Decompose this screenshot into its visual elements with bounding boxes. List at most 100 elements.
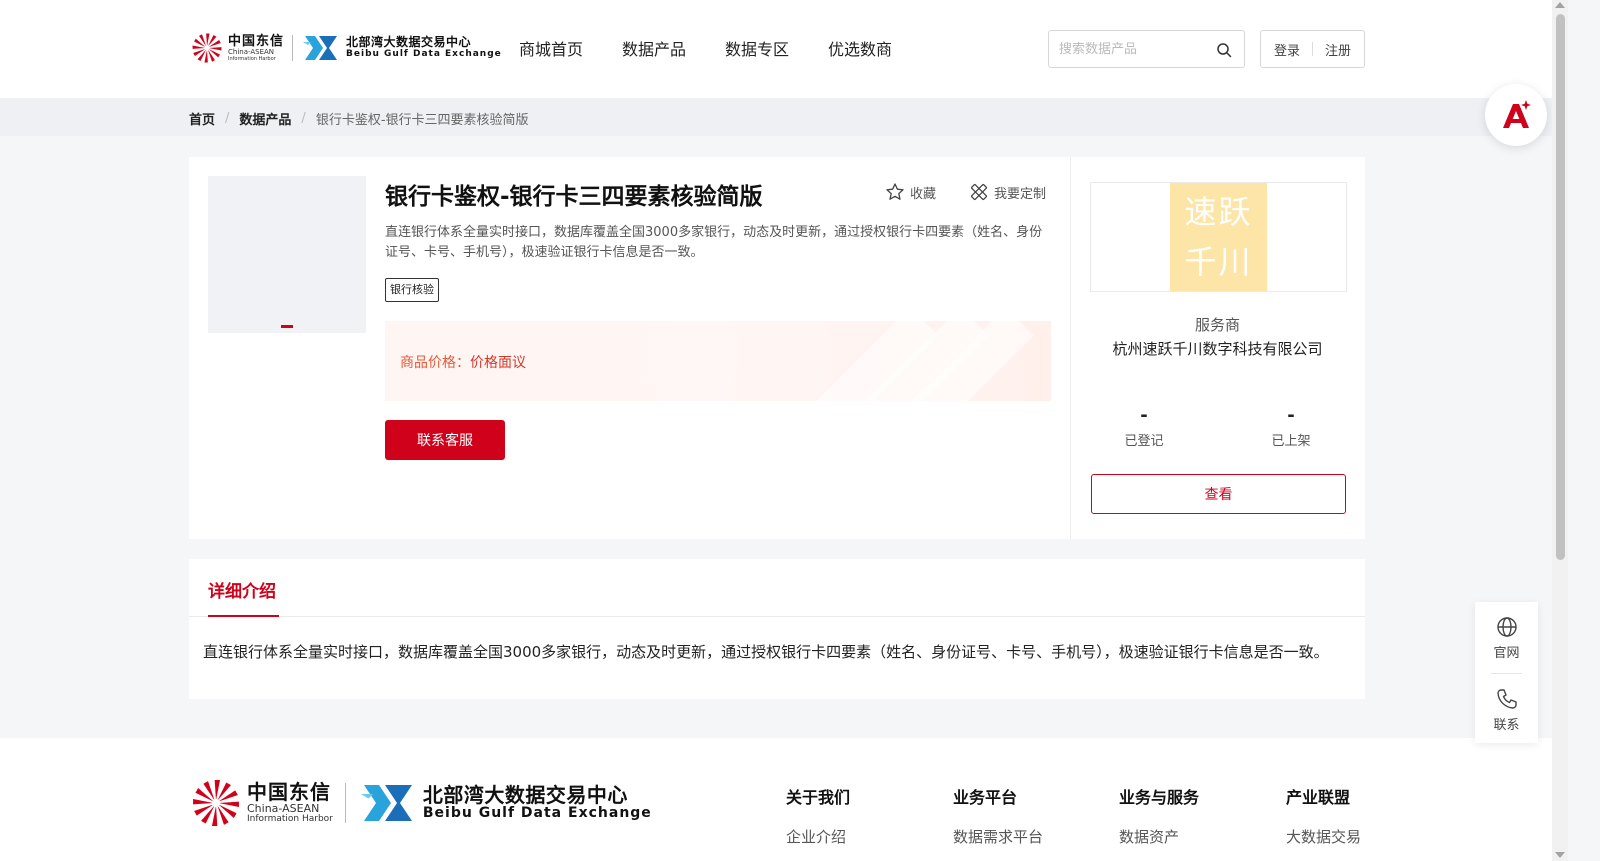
customize-button[interactable]: 我要定制 bbox=[969, 182, 1046, 202]
china-telecom-en2: Information Harbor bbox=[228, 55, 276, 62]
footer-heading: 业务与服务 bbox=[1119, 788, 1200, 807]
vendor-logo-line2: 千川 bbox=[1184, 243, 1253, 281]
breadcrumb-home[interactable]: 首页 bbox=[189, 109, 215, 128]
nav-item-vendors[interactable]: 优选数商 bbox=[828, 36, 892, 60]
tab-detail[interactable]: 详细介绍 bbox=[208, 577, 276, 602]
logo-divider bbox=[292, 35, 294, 61]
scroll-up-arrow-icon[interactable] bbox=[1555, 2, 1565, 8]
auth-divider bbox=[1312, 42, 1313, 56]
footer-logo[interactable]: 中国东信 China-ASEAN Information Harbor 北部湾大… bbox=[189, 776, 652, 830]
contact-link[interactable]: 联系 bbox=[1475, 688, 1538, 733]
footer-column-alliance: 产业联盟 大数据交易 bbox=[1286, 784, 1361, 847]
beibu-gulf-wordmark: 北部湾大数据交易中心 Beibu Gulf Data Exchange bbox=[346, 36, 502, 59]
breadcrumb-category[interactable]: 数据产品 bbox=[239, 109, 291, 128]
site-header: 中国东信 China-ASEAN Information Harbor 北部湾大… bbox=[0, 0, 1552, 98]
beibu-gulf-logo-icon bbox=[360, 785, 412, 821]
side-divider bbox=[1491, 673, 1522, 674]
favorite-label: 收藏 bbox=[910, 186, 937, 202]
tab-active-indicator bbox=[208, 615, 279, 617]
vendor-logo-line1: 速跃 bbox=[1184, 193, 1253, 231]
stat-registered: - 已登记 bbox=[1094, 405, 1194, 449]
footer-link[interactable]: 数据资产 bbox=[1119, 826, 1199, 847]
footer-heading: 关于我们 bbox=[786, 788, 851, 807]
favorite-button[interactable]: 收藏 bbox=[885, 182, 936, 202]
tab-underline-track bbox=[189, 616, 1365, 617]
auth-group: 登录 注册 bbox=[1260, 30, 1365, 68]
nav-item-home[interactable]: 商城首页 bbox=[519, 36, 583, 60]
footer-link[interactable]: 大数据交易 bbox=[1286, 826, 1361, 847]
china-telecom-cn: 中国东信 bbox=[228, 33, 285, 49]
search-box bbox=[1048, 30, 1245, 68]
detail-text: 直连银行体系全量实时接口，数据库覆盖全国3000多家银行，动态及时更新，通过授权… bbox=[203, 643, 1329, 661]
vendor-name: 杭州速跃千川数字科技有限公司 bbox=[1112, 340, 1323, 358]
stat-registered-value: - bbox=[1140, 405, 1148, 426]
scrollbar-thumb[interactable] bbox=[1556, 14, 1565, 560]
contact-service-button[interactable]: 联系客服 bbox=[385, 420, 505, 460]
china-telecom-en: China-ASEAN bbox=[247, 802, 320, 815]
product-price: 商品价格：价格面议 bbox=[400, 352, 526, 372]
vendor-logo-mark: 速跃 千川 bbox=[1170, 183, 1267, 291]
star-icon bbox=[886, 183, 904, 200]
china-telecom-en: China-ASEAN bbox=[228, 47, 275, 56]
china-telecom-cn: 中国东信 bbox=[247, 780, 331, 804]
official-site-label: 官网 bbox=[1493, 646, 1520, 661]
main-nav: 商城首页 数据产品 数据专区 优选数商 bbox=[519, 36, 931, 60]
breadcrumb-separator: / bbox=[301, 111, 306, 126]
globe-icon bbox=[1496, 617, 1517, 637]
price-panel: 商品价格：价格面议 bbox=[385, 321, 1051, 401]
search-input[interactable] bbox=[1059, 41, 1219, 57]
product-tag: 银行核验 bbox=[385, 278, 439, 302]
breadcrumb: 首页 / 数据产品 / 银行卡鉴权-银行卡三四要素核验简版 bbox=[189, 109, 529, 128]
scroll-down-arrow-icon[interactable] bbox=[1555, 852, 1565, 858]
footer-link[interactable]: 企业介绍 bbox=[786, 826, 850, 847]
breadcrumb-separator: / bbox=[225, 111, 230, 126]
site-logo[interactable]: 中国东信 China-ASEAN Information Harbor 北部湾大… bbox=[190, 28, 502, 68]
detail-section: 详细介绍 直连银行体系全量实时接口，数据库覆盖全国3000多家银行，动态及时更新… bbox=[189, 559, 1365, 699]
tools-icon bbox=[970, 183, 988, 201]
view-vendor-button[interactable]: 查看 bbox=[1091, 474, 1346, 514]
product-description: 直连银行体系全量实时接口，数据库覆盖全国3000多家银行，动态及时更新，通过授权… bbox=[385, 225, 1043, 260]
logo-divider bbox=[344, 783, 346, 823]
china-telecom-en2: Information Harbor bbox=[247, 814, 333, 824]
beibu-gulf-en: Beibu Gulf Data Exchange bbox=[346, 48, 502, 59]
beibu-gulf-cn: 北部湾大数据交易中心 bbox=[346, 35, 472, 50]
beibu-gulf-logo-icon bbox=[303, 36, 338, 60]
official-site-link[interactable]: 官网 bbox=[1475, 616, 1538, 661]
breadcrumb-current: 银行卡鉴权-银行卡三四要素核验简版 bbox=[315, 113, 529, 128]
footer-column-about: 关于我们 企业介绍 bbox=[786, 784, 850, 847]
beibu-gulf-cn: 北部湾大数据交易中心 bbox=[422, 783, 628, 808]
login-link[interactable]: 登录 bbox=[1274, 40, 1300, 59]
stat-listed-label: 已上架 bbox=[1271, 434, 1311, 449]
footer-link[interactable]: 数据需求平台 bbox=[953, 826, 1043, 847]
product-title: 银行卡鉴权-银行卡三四要素核验简版 bbox=[385, 184, 763, 210]
nav-item-data-products[interactable]: 数据产品 bbox=[622, 36, 686, 60]
stat-listed-value: - bbox=[1287, 405, 1295, 426]
china-telecom-wordmark: 中国东信 China-ASEAN Information Harbor bbox=[247, 782, 333, 824]
phone-icon bbox=[1496, 689, 1517, 709]
beibu-gulf-wordmark: 北部湾大数据交易中心 Beibu Gulf Data Exchange bbox=[423, 784, 652, 821]
footer-heading: 业务平台 bbox=[953, 788, 1018, 807]
footer-column-services: 业务与服务 数据资产 bbox=[1119, 784, 1199, 847]
nav-item-data-zone[interactable]: 数据专区 bbox=[725, 36, 789, 60]
china-telecom-logo-icon bbox=[193, 780, 239, 826]
product-card: 银行卡鉴权-银行卡三四要素核验简版 收藏 我要定制 直连银行体系全量实时接口，数… bbox=[189, 157, 1365, 539]
vendor-logo[interactable]: 速跃 千川 bbox=[1090, 182, 1347, 292]
ai-assistant-button[interactable] bbox=[1485, 84, 1547, 146]
site-footer: 中国东信 China-ASEAN Information Harbor 北部湾大… bbox=[0, 738, 1552, 861]
price-label: 商品价格： bbox=[400, 355, 470, 371]
side-quick-links: 官网 联系 bbox=[1475, 602, 1538, 743]
footer-heading: 产业联盟 bbox=[1286, 788, 1351, 807]
carousel-indicator[interactable] bbox=[281, 325, 293, 328]
china-telecom-logo-icon bbox=[192, 33, 222, 63]
stat-listed: - 已上架 bbox=[1241, 405, 1341, 449]
price-value: 价格面议 bbox=[470, 355, 526, 371]
ai-assistant-icon bbox=[1503, 100, 1531, 128]
contact-label: 联系 bbox=[1493, 718, 1520, 733]
breadcrumb-bar: 首页 / 数据产品 / 银行卡鉴权-银行卡三四要素核验简版 bbox=[0, 98, 1552, 136]
beibu-gulf-en: Beibu Gulf Data Exchange bbox=[422, 805, 652, 822]
vendor-role: 服务商 bbox=[1194, 316, 1240, 334]
footer-column-platform: 业务平台 数据需求平台 bbox=[953, 784, 1043, 847]
register-link[interactable]: 注册 bbox=[1325, 40, 1351, 59]
customize-label: 我要定制 bbox=[994, 186, 1047, 202]
search-icon[interactable] bbox=[1216, 42, 1232, 58]
